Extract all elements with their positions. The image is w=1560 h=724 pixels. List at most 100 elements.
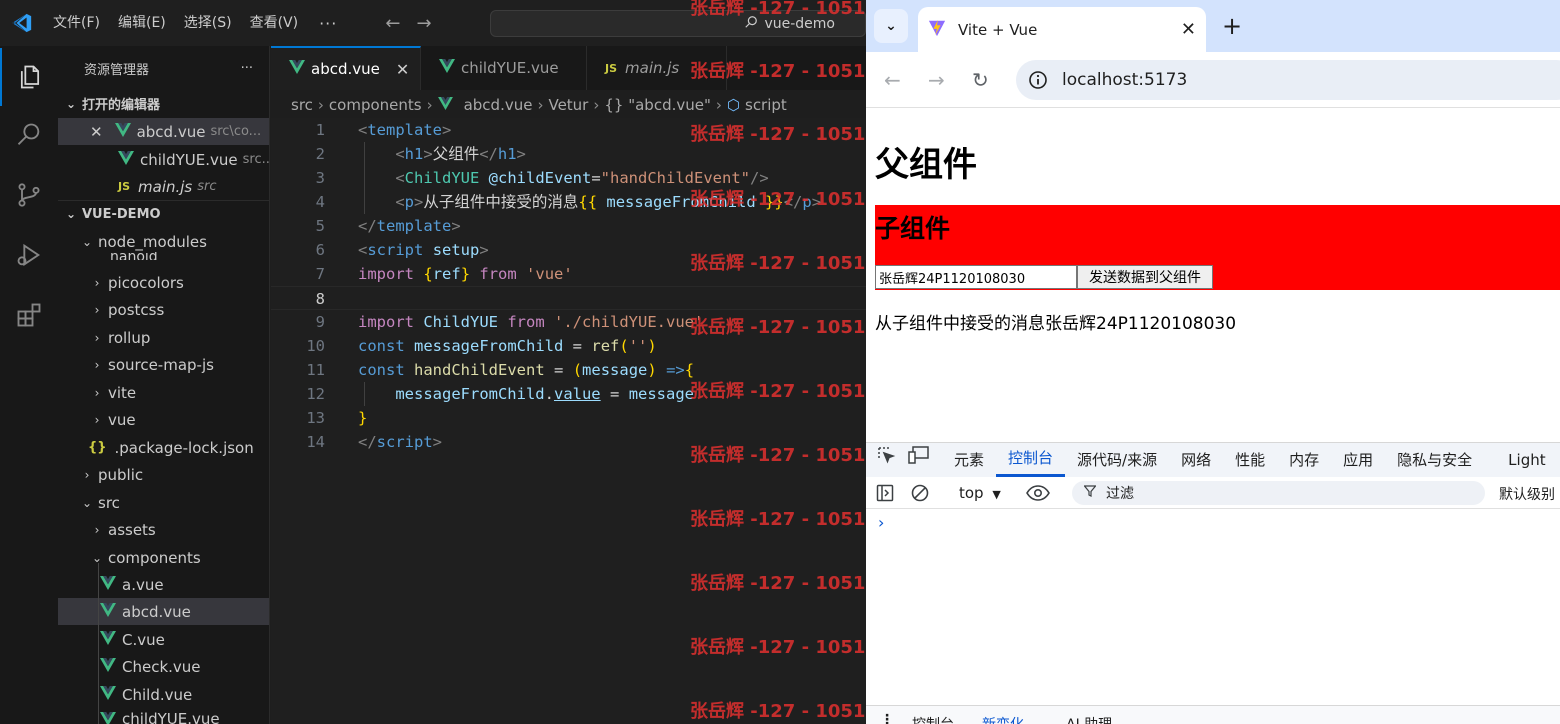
devtools-tab-lighthouse[interactable]: Light [1484,443,1557,477]
explorer-icon[interactable] [0,48,58,106]
vscode-logo-icon[interactable] [0,0,44,46]
dropdown-triangle-icon: ▼ [992,488,1001,501]
child-message-input[interactable] [875,265,1077,289]
tree-file-package-lock[interactable]: {} .package-lock.json [58,434,269,461]
watermark-text: 张岳辉 -127 - 1051 [690,445,866,466]
chevron-right-icon: › [317,96,324,114]
menu-file[interactable]: 文件(F) [44,0,109,46]
child-component-box: 子组件 发送数据到父组件 [875,205,1560,290]
menu-selection[interactable]: 选择(S) [175,0,241,46]
tree-file-childyue-vue[interactable]: childYUE.vue [58,708,269,724]
breadcrumb-vetur[interactable]: Vetur [548,96,588,114]
devtools-tab-privacy[interactable]: 隐私与安全 [1385,443,1484,477]
devtools-drawer: ⋮ 控制台 新变化 AI 助理 [866,705,1560,724]
breadcrumb-script[interactable]: script [745,96,787,114]
address-bar[interactable]: localhost:5173 [1016,60,1560,100]
vue-file-icon [289,60,305,78]
log-level-selector[interactable]: 默认级别 [1499,484,1555,504]
site-info-icon[interactable] [1028,70,1048,90]
tree-folder-postcss[interactable]: › postcss [58,296,269,323]
menu-edit[interactable]: 编辑(E) [109,0,175,46]
inspect-element-icon[interactable] [866,443,902,477]
close-icon[interactable]: ✕ [396,60,409,79]
browser-tab[interactable]: Vite + Vue ✕ [918,7,1206,52]
open-editors-header[interactable]: ⌄ 打开的编辑器 [58,90,269,117]
devtools-tab-network[interactable]: 网络 [1169,443,1223,477]
vue-file-icon [439,59,455,77]
tree-folder-source-map-js[interactable]: › source-map-js [58,351,269,378]
breadcrumb-components[interactable]: components [329,96,422,114]
device-toolbar-icon[interactable] [902,443,942,477]
console-filter-input[interactable]: 过滤 [1072,481,1485,505]
open-editor-item[interactable]: JS main.js src [58,173,269,200]
forward-arrow-icon[interactable]: → [416,13,431,34]
tree-file-check-vue[interactable]: Check.vue [58,653,269,680]
watermark-text: 张岳辉 -127 - 1051 [690,0,866,19]
drawer-tab-whats-new[interactable]: 新变化 [982,714,1024,724]
js-file-icon: JS [118,180,131,193]
close-icon[interactable]: ✕ [1181,19,1196,40]
chevron-down-icon: ⌄ [81,495,93,510]
tree-folder-src[interactable]: ⌄ src [58,489,269,516]
source-control-icon[interactable] [0,166,58,224]
close-icon[interactable]: ✕ [90,123,103,141]
breadcrumb-file[interactable]: abcd.vue [464,96,533,114]
project-header[interactable]: ⌄ VUE-DEMO [58,200,269,227]
clear-console-icon[interactable] [911,484,929,506]
chevron-down-icon: ⌄ [65,207,77,221]
watermark-text: 张岳辉 -127 - 1051 [690,637,866,658]
console-prompt-icon[interactable]: › [878,513,884,532]
run-debug-icon[interactable] [0,226,58,284]
tree-file-abcd-vue[interactable]: abcd.vue [58,598,269,625]
tree-folder-rollup[interactable]: › rollup [58,324,269,351]
send-to-parent-button[interactable]: 发送数据到父组件 [1077,265,1213,289]
context-selector[interactable]: top ▼ [959,484,1001,502]
sidebar-toggle-icon[interactable] [876,484,894,506]
tree-file-a-vue[interactable]: a.vue [58,571,269,598]
more-vertical-icon[interactable]: ⋮ [880,712,894,724]
chevron-right-icon: › [426,96,433,114]
devtools-tab-application[interactable]: 应用 [1331,443,1385,477]
search-activity-icon[interactable] [0,106,58,164]
devtools-tab-elements[interactable]: 元素 [942,443,996,477]
tab-childyue-vue[interactable]: childYUE.vue [421,46,587,90]
tab-abcd-vue[interactable]: abcd.vue ✕ [271,46,421,90]
address-url: localhost:5173 [1062,70,1188,90]
menu-more-button[interactable]: ··· [307,14,349,33]
tree-folder-assets[interactable]: › assets [58,516,269,543]
extensions-icon[interactable] [0,286,58,344]
browser-window: ⌄ Vite + Vue ✕ + ← → ↻ localhost:5173 父组… [866,0,1560,724]
eye-icon[interactable] [1026,484,1050,506]
tree-file-c-vue[interactable]: C.vue [58,626,269,653]
watermark-text: 张岳辉 -127 - 1051 [690,701,866,722]
tree-folder-picocolors[interactable]: › picocolors [58,269,269,296]
menu-view[interactable]: 查看(V) [241,0,308,46]
devtools-tab-memory[interactable]: 内存 [1277,443,1331,477]
tab-search-button[interactable]: ⌄ [874,9,908,43]
tree-folder-components[interactable]: ⌄ components [58,544,269,571]
breadcrumb-module[interactable]: {} "abcd.vue" [604,96,711,114]
back-arrow-icon[interactable]: ← [385,13,400,34]
tree-folder-nanoid[interactable]: nanoid [58,250,269,260]
tree-folder-public[interactable]: › public [58,461,269,488]
drawer-tab-console[interactable]: 控制台 [912,714,954,724]
devtools-tab-performance[interactable]: 性能 [1223,443,1277,477]
new-tab-plus-icon[interactable]: + [1222,12,1242,40]
tree-file-child-vue[interactable]: Child.vue [58,681,269,708]
forward-arrow-icon[interactable]: → [928,68,945,92]
devtools-tab-console[interactable]: 控制台 [996,443,1066,477]
tree-folder-vue[interactable]: › vue [58,406,269,433]
drawer-tab-ai-assistant[interactable]: AI 助理 [1066,714,1112,724]
reload-icon[interactable]: ↻ [972,68,989,92]
chevron-right-icon: › [94,275,100,290]
vue-file-icon [100,685,116,704]
open-editor-item[interactable]: childYUE.vue src... [58,146,269,173]
watermark-text: 张岳辉 -127 - 1051 [690,573,866,594]
open-editor-item[interactable]: ✕ abcd.vue src\co... [58,118,269,145]
back-arrow-icon[interactable]: ← [884,68,901,92]
breadcrumb-src[interactable]: src [291,96,313,114]
tree-folder-vite[interactable]: › vite [58,379,269,406]
devtools-tab-sources[interactable]: 源代码/来源 [1065,443,1169,477]
activity-bar [0,46,58,724]
explorer-more-button[interactable]: ··· [241,61,253,76]
